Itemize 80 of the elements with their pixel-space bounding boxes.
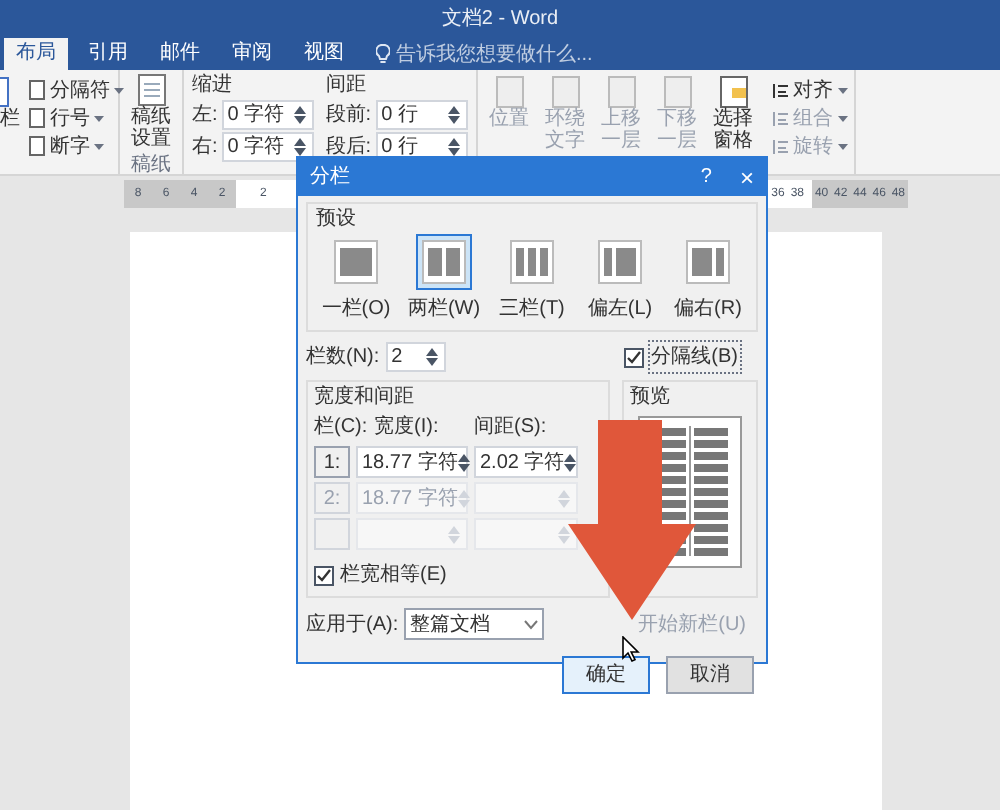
spinner-icon[interactable] <box>558 525 572 543</box>
caret-icon <box>94 143 104 149</box>
columns-button[interactable]: 栏 <box>0 108 20 132</box>
spacing-field[interactable] <box>474 518 578 550</box>
spacing-field[interactable]: 2.02 字符 <box>474 446 578 478</box>
checkbox-label: 开始新栏(U) <box>638 611 746 639</box>
checkbox[interactable] <box>314 565 334 585</box>
caret-icon <box>114 87 124 93</box>
align-icon <box>771 109 790 127</box>
help-button[interactable]: ? <box>700 162 712 192</box>
dialog-button[interactable]: 确定 <box>562 656 650 694</box>
ribbon-tab[interactable]: 审阅 <box>220 38 284 70</box>
spinner-icon[interactable] <box>447 138 462 156</box>
preset-option[interactable]: 偏右(R) <box>668 234 748 324</box>
column-number: 1: <box>314 446 350 478</box>
ribbon-menu-button[interactable]: 对齐 <box>771 76 848 104</box>
field-label: 栏数(N): <box>306 343 380 372</box>
preset-option[interactable]: 偏左(L) <box>580 234 660 324</box>
width-field[interactable]: 18.77 字符 <box>356 446 468 478</box>
group-label: 宽度和间距 <box>314 386 414 408</box>
window-title: 文档2 - Word <box>441 5 559 33</box>
ribbon-menu-button[interactable]: 分隔符 <box>28 76 124 104</box>
checkbox-label: 分隔线(B) <box>647 340 742 374</box>
column-header: 宽度(I): <box>374 413 441 442</box>
align-icon <box>771 81 790 99</box>
column-header: 间距(S): <box>474 414 547 442</box>
dialog-title: 分栏 <box>310 163 350 192</box>
chevron-icon <box>524 619 539 629</box>
group-label: 间距 <box>325 74 368 98</box>
preset-option[interactable]: 两栏(W) <box>404 234 484 324</box>
dialog-button[interactable]: 取消 <box>666 656 754 694</box>
ribbon-menu-button[interactable]: 行号 <box>28 104 124 132</box>
spinner-icon[interactable] <box>457 453 472 471</box>
apply-to-dropdown[interactable]: 整篇文档 <box>404 608 545 640</box>
column-number: 2: <box>314 482 350 514</box>
group-label: 稿纸 <box>131 151 171 180</box>
caret-icon <box>94 115 104 121</box>
paper-settings-button[interactable]: 稿纸设置 <box>131 74 171 150</box>
width-field[interactable] <box>356 518 468 550</box>
spinner-field[interactable]: 0 字符 <box>221 100 314 130</box>
spacing-field[interactable] <box>474 482 578 514</box>
cursor-icon <box>622 636 640 662</box>
spinner-field[interactable]: 0 字符 <box>221 132 314 162</box>
spinner-icon[interactable] <box>293 106 308 124</box>
preset-option[interactable]: 一栏(O) <box>316 234 396 324</box>
field-label: 段前: <box>325 102 372 130</box>
column-header: 栏(C): <box>314 413 370 442</box>
caret-icon <box>837 87 848 93</box>
close-button[interactable]: × <box>739 159 754 195</box>
group-label: 缩进 <box>192 74 234 98</box>
count-field[interactable]: 2 <box>385 342 446 372</box>
spinner-icon[interactable] <box>293 138 308 156</box>
spinner-icon[interactable] <box>425 348 440 366</box>
caret-icon <box>837 115 848 121</box>
group-label: 预设 <box>316 208 356 230</box>
field-label: 段后: <box>325 133 372 162</box>
ribbon-tab[interactable]: 引用 <box>76 38 140 70</box>
field-label: 右: <box>192 134 218 162</box>
spinner-field[interactable]: 0 行 <box>375 100 468 130</box>
shape-icon <box>663 76 692 108</box>
shape-icon <box>495 76 524 108</box>
shape-icon <box>551 76 580 108</box>
field-label: 应用于(A): <box>306 611 399 639</box>
caret-icon <box>837 143 848 149</box>
shape-icon <box>607 76 636 108</box>
tell-me-field[interactable]: 告诉我您想要做什么... <box>396 39 593 69</box>
lightbulb-icon <box>376 44 390 64</box>
field-label: 左: <box>192 102 218 130</box>
checkbox[interactable] <box>623 347 644 367</box>
ribbon-tab[interactable]: 视图 <box>292 38 356 70</box>
shape-icon <box>719 76 748 108</box>
spinner-icon[interactable] <box>564 453 579 471</box>
checkbox-label: 栏宽相等(E) <box>340 561 447 590</box>
preset-option[interactable]: 三栏(T) <box>492 234 572 324</box>
align-icon <box>771 137 790 155</box>
spinner-icon[interactable] <box>447 106 462 124</box>
group-label: 预览 <box>630 384 670 412</box>
ribbon-tab[interactable]: 布局 <box>4 38 68 70</box>
ribbon-menu-button[interactable]: 断字 <box>28 132 124 160</box>
ribbon-tab[interactable]: 邮件 <box>148 38 212 70</box>
